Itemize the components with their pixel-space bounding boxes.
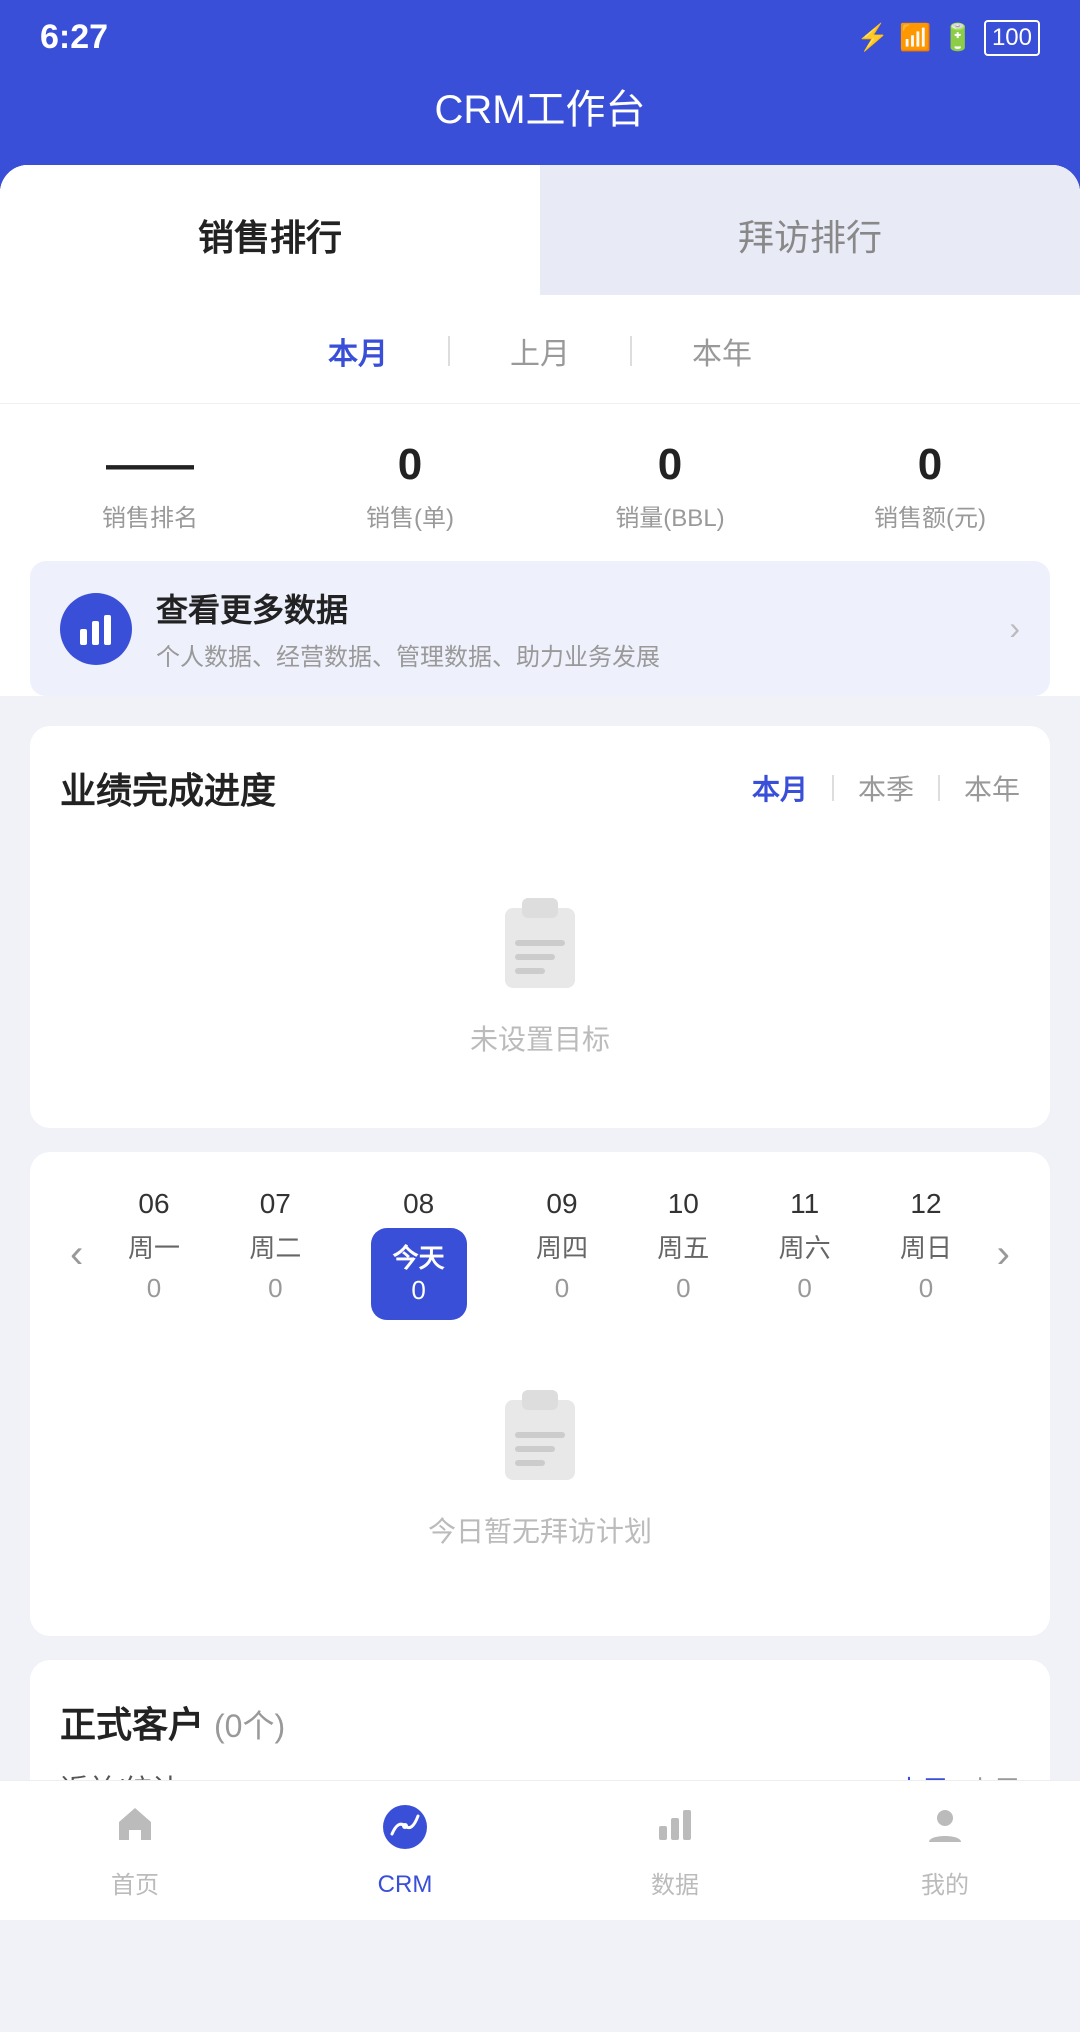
performance-header: 业绩完成进度 本月 本季 本年 (30, 726, 1050, 838)
stat-amount: 0 销售额(元) (800, 440, 1060, 533)
main-content: 销售排行 拜访排行 本月 上月 本年 —— 销售排名 0 销售(单) 0 销量(… (0, 165, 1080, 2032)
calendar-card: ‹ 06 周一 0 07 周二 0 08 今天 (30, 1152, 1050, 1636)
calendar-empty: 今日暂无拜访计划 (60, 1330, 1020, 1600)
performance-empty: 未设置目标 (30, 838, 1050, 1108)
stat-rank: —— 销售排名 (20, 440, 280, 533)
home-icon (113, 1802, 157, 1857)
data-promo-subtitle: 个人数据、经营数据、管理数据、助力业务发展 (156, 637, 1009, 672)
ranking-tabs: 销售排行 拜访排行 (0, 165, 1080, 295)
divider (938, 775, 940, 801)
page-title: CRM工作台 (0, 67, 1080, 165)
stats-row: —— 销售排名 0 销售(单) 0 销量(BBL) 0 销售额(元) (0, 404, 1080, 561)
period-filter: 本月 上月 本年 (0, 295, 1080, 404)
performance-card: 业绩完成进度 本月 本季 本年 未设置目标 (30, 726, 1050, 1128)
cal-day-fri: 10 周五 0 (657, 1188, 709, 1320)
tab-visit-ranking[interactable]: 拜访排行 (540, 165, 1080, 295)
cal-day-sun: 12 周日 0 (900, 1188, 952, 1320)
data-icon (653, 1802, 697, 1857)
status-time: 6:27 (40, 18, 108, 57)
stat-sales-count: 0 销售(单) (280, 440, 540, 533)
bottom-nav: 首页 CRM 数据 我的 (0, 1780, 1080, 1920)
cal-day-today[interactable]: 08 今天 0 (371, 1188, 467, 1320)
crm-icon (380, 1802, 430, 1863)
chevron-right-icon: › (1009, 610, 1020, 647)
cal-day-sat: 11 周六 0 (779, 1188, 831, 1320)
nav-home[interactable]: 首页 (0, 1802, 270, 1900)
tab-sales-ranking[interactable]: 销售排行 (0, 165, 540, 295)
cal-day-thu: 09 周四 0 (536, 1188, 588, 1320)
nav-profile[interactable]: 我的 (810, 1802, 1080, 1900)
nav-crm-label: CRM (378, 1871, 433, 1899)
chart-icon (60, 593, 132, 665)
data-promo-title: 查看更多数据 (156, 585, 1009, 631)
data-promo-banner[interactable]: 查看更多数据 个人数据、经营数据、管理数据、助力业务发展 › (30, 561, 1050, 696)
profile-icon (923, 1802, 967, 1857)
filter-this-month[interactable]: 本月 (752, 768, 808, 808)
calendar-prev[interactable]: ‹ (60, 1232, 93, 1277)
filter-this-quarter[interactable]: 本季 (858, 768, 914, 808)
bluetooth-icon: ⚡ (857, 22, 889, 53)
divider (832, 775, 834, 801)
nav-home-label: 首页 (111, 1865, 159, 1900)
period-this-year[interactable]: 本年 (632, 319, 812, 383)
stat-volume: 0 销量(BBL) (540, 440, 800, 533)
nav-crm[interactable]: CRM (270, 1802, 540, 1899)
nav-data[interactable]: 数据 (540, 1802, 810, 1900)
performance-empty-text: 未设置目标 (470, 1018, 610, 1058)
calendar-empty-text: 今日暂无拜访计划 (428, 1510, 652, 1550)
calendar-dates: 06 周一 0 07 周二 0 08 今天 0 (93, 1188, 986, 1320)
status-icons: ⚡ 📶 🔋 100 (857, 20, 1040, 56)
filter-this-year[interactable]: 本年 (964, 768, 1020, 808)
customers-title: 正式客户 (60, 1696, 204, 1748)
period-this-month[interactable]: 本月 (268, 319, 448, 383)
performance-filter: 本月 本季 本年 (752, 768, 1020, 808)
signal-icon: 📶 (899, 22, 931, 53)
period-last-month[interactable]: 上月 (450, 319, 630, 383)
battery-level: 100 (984, 20, 1040, 56)
calendar-next[interactable]: › (987, 1232, 1020, 1277)
calendar-week: ‹ 06 周一 0 07 周二 0 08 今天 (60, 1188, 1020, 1320)
performance-title: 业绩完成进度 (60, 762, 276, 814)
nav-data-label: 数据 (651, 1865, 699, 1900)
nav-profile-label: 我的 (921, 1865, 969, 1900)
status-bar: 6:27 ⚡ 📶 🔋 100 (0, 0, 1080, 67)
data-promo-text: 查看更多数据 个人数据、经营数据、管理数据、助力业务发展 (156, 585, 1009, 672)
wifi-icon: 🔋 (942, 22, 974, 53)
customers-count: (0个) (214, 1701, 285, 1747)
cal-day-mon: 06 周一 0 (128, 1188, 180, 1320)
cal-day-tue: 07 周二 0 (249, 1188, 301, 1320)
today-cell: 今天 0 (371, 1228, 467, 1320)
ranking-card: 销售排行 拜访排行 本月 上月 本年 —— 销售排名 0 销售(单) 0 销量(… (0, 165, 1080, 696)
